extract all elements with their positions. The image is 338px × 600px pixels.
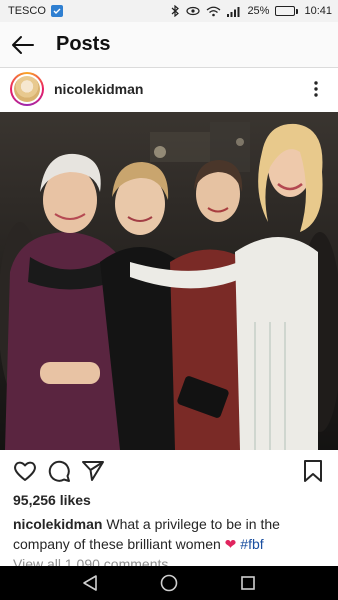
carrier-label: TESCO — [8, 5, 46, 17]
recents-square-icon — [241, 576, 256, 590]
comment-button[interactable] — [42, 454, 76, 488]
caption-hashtag[interactable]: #fbf — [240, 536, 263, 552]
back-button[interactable] — [0, 22, 46, 68]
share-icon — [82, 461, 104, 481]
photo-illustration — [0, 112, 338, 450]
arrow-left-icon — [12, 35, 34, 54]
comment-icon — [48, 460, 70, 482]
post-owner-row: nicolekidman — [0, 68, 338, 110]
bluetooth-icon — [172, 5, 180, 17]
post-actions — [0, 452, 338, 490]
battery-percent: 25% — [247, 5, 270, 17]
battery-icon — [275, 6, 299, 16]
nav-recents-button[interactable] — [233, 568, 263, 598]
status-bar: TESCO 25% 10:41 — [0, 0, 338, 22]
page-header: Posts — [0, 22, 338, 68]
vertical-dots-icon — [314, 81, 318, 97]
wifi-icon — [207, 6, 221, 16]
share-button[interactable] — [76, 454, 110, 488]
carrier-app-icon — [50, 5, 63, 17]
avatar-image — [14, 76, 40, 102]
bookmark-icon — [304, 460, 322, 482]
eye-icon — [186, 6, 201, 16]
status-left: TESCO — [8, 5, 63, 17]
nav-back-button[interactable] — [75, 568, 105, 598]
post-photo[interactable] — [0, 112, 338, 450]
caption-username[interactable]: nicolekidman — [13, 516, 102, 532]
avatar[interactable] — [10, 72, 44, 106]
system-nav-bar — [0, 566, 338, 600]
home-circle-icon — [160, 574, 178, 592]
like-button[interactable] — [8, 454, 42, 488]
back-triangle-icon — [82, 575, 97, 591]
more-options-button[interactable] — [304, 74, 328, 104]
post-username[interactable]: nicolekidman — [54, 81, 143, 97]
nav-home-button[interactable] — [154, 568, 184, 598]
save-button[interactable] — [296, 454, 330, 488]
post-caption: nicolekidman What a privilege to be in t… — [13, 514, 327, 554]
clock: 10:41 — [304, 5, 332, 17]
like-count[interactable]: 95,256 likes — [13, 492, 91, 508]
signal-icon — [227, 6, 240, 17]
status-right: 25% 10:41 — [171, 5, 332, 17]
caption-heart-emoji: ❤ — [224, 536, 237, 552]
heart-icon — [14, 461, 36, 481]
page-title: Posts — [56, 33, 111, 55]
